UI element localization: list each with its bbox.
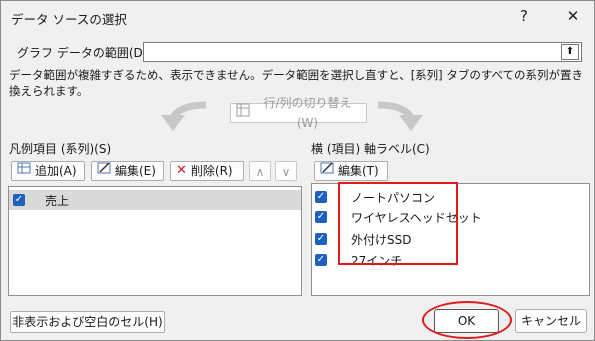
dialog-title: データ ソースの選択	[11, 12, 127, 27]
move-up-button[interactable]: ∧	[249, 161, 271, 181]
range-label: グラフ データの範囲(D):	[17, 46, 152, 60]
select-data-source-dialog: データ ソースの選択 ? ✕ グラフ データの範囲(D): ⬆ データ範囲が複雑…	[0, 0, 595, 341]
edit-series-label: 編集(E)	[115, 164, 156, 178]
switch-icon	[236, 103, 250, 123]
switch-right-arrow-icon	[377, 101, 423, 131]
axis-item-checkbox[interactable]: ✓	[315, 233, 327, 245]
cancel-button[interactable]: キャンセル	[515, 309, 587, 333]
chevron-down-icon: ∨	[281, 165, 291, 179]
delete-series-button[interactable]: ✕ 削除(R)	[170, 161, 244, 181]
series-item-label: 売上	[45, 193, 70, 208]
close-button[interactable]: ✕	[561, 5, 585, 27]
edit-axis-labels-button[interactable]: 編集(T)	[314, 161, 388, 181]
edit-axis-labels-label: 編集(T)	[338, 164, 379, 178]
add-icon	[17, 161, 31, 181]
range-input[interactable]: ⬆	[143, 42, 582, 62]
series-checkbox[interactable]: ✓	[13, 194, 25, 206]
axis-item-checkbox[interactable]: ✓	[315, 191, 327, 203]
series-list-item[interactable]: ✓ 売上	[9, 190, 301, 210]
move-down-button[interactable]: ∨	[275, 161, 297, 181]
switch-left-arrow-icon	[161, 101, 207, 131]
series-list: ✓ 売上	[8, 186, 302, 296]
edit-series-button[interactable]: 編集(E)	[91, 161, 164, 181]
collapse-dialog-button[interactable]: ⬆	[561, 44, 579, 60]
axis-items-highlight	[338, 182, 458, 265]
edit-icon	[320, 161, 334, 181]
axis-item-checkbox[interactable]: ✓	[315, 254, 327, 266]
add-series-button[interactable]: 追加(A)	[11, 161, 85, 181]
delete-x-icon: ✕	[176, 163, 187, 178]
ok-highlight	[422, 301, 512, 339]
axis-item-checkbox[interactable]: ✓	[315, 211, 327, 223]
chevron-up-icon: ∧	[255, 165, 265, 179]
collapse-arrow-icon: ⬆	[565, 46, 575, 57]
hidden-empty-cells-button[interactable]: 非表示および空白のセル(H)	[10, 311, 165, 333]
switch-row-column-label: 行/列の切り替え(W)	[263, 96, 352, 130]
axis-label: 横 (項目) 軸ラベル(C)	[311, 142, 430, 156]
edit-icon	[97, 161, 111, 181]
hidden-empty-cells-label: 非表示および空白のセル(H)	[12, 315, 163, 329]
help-button[interactable]: ?	[512, 5, 536, 27]
legend-label: 凡例項目 (系列)(S)	[9, 142, 112, 156]
add-series-label: 追加(A)	[35, 164, 77, 178]
switch-row-column-button[interactable]: 行/列の切り替え(W)	[230, 96, 367, 130]
delete-series-label: 削除(R)	[190, 164, 233, 178]
cancel-label: キャンセル	[520, 314, 581, 328]
